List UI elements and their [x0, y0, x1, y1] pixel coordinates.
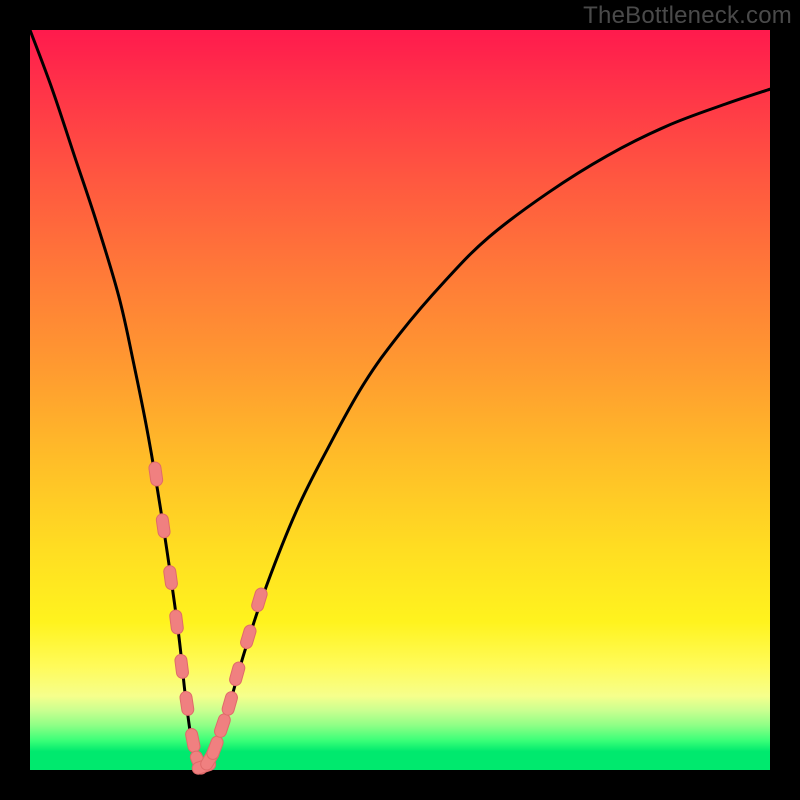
marker-group [148, 461, 268, 776]
bottleneck-curve [30, 30, 770, 771]
marker-pill [228, 661, 246, 687]
marker-pill [250, 587, 268, 613]
marker-pill [213, 712, 232, 739]
watermark-text: TheBottleneck.com [583, 2, 792, 30]
marker-pill [169, 609, 184, 634]
marker-pill [205, 734, 225, 761]
marker-pill [163, 565, 178, 590]
marker-pill [221, 690, 239, 716]
marker-pill [185, 727, 201, 753]
marker-pill [156, 513, 171, 538]
curve-layer [30, 30, 770, 770]
marker-pill [148, 461, 163, 486]
marker-pill [239, 624, 257, 650]
plot-area [30, 30, 770, 770]
chart-frame: TheBottleneck.com [0, 0, 800, 800]
marker-pill [179, 691, 194, 717]
marker-pill [174, 654, 189, 679]
